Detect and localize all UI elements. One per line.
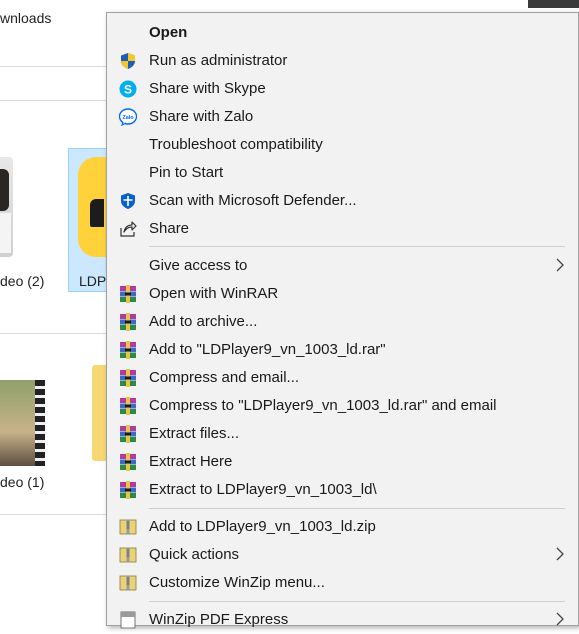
menu-item-label: Open	[149, 24, 188, 41]
uac-shield-icon	[119, 52, 137, 70]
chevron-right-icon	[553, 256, 567, 274]
chevron-right-icon	[553, 545, 567, 563]
menu-item-label: Extract Here	[149, 453, 233, 470]
menu-item-give-access-to[interactable]: Give access to	[107, 252, 578, 280]
menu-separator	[149, 508, 565, 509]
thumbnail-person	[0, 169, 9, 211]
menu-item-compress-to-rar-and-email[interactable]: Compress to "LDPlayer9_vn_1003_ld.rar" a…	[107, 392, 578, 420]
menu-item-share-with-skype[interactable]: S Share with Skype	[107, 75, 578, 103]
menu-item-label: Extract to LDPlayer9_vn_1003_ld\	[149, 481, 377, 498]
zalo-icon: Zalo	[119, 108, 137, 126]
video-thumbnail[interactable]	[0, 157, 13, 257]
menu-item-label: Run as administrator	[149, 52, 288, 69]
menu-item-share-with-zalo[interactable]: Zalo Share with Zalo	[107, 103, 578, 131]
menu-item-extract-here[interactable]: Extract Here	[107, 448, 578, 476]
menu-item-label: Compress and email...	[149, 369, 300, 386]
winrar-icon	[119, 425, 137, 443]
menu-item-pin-to-start[interactable]: Pin to Start	[107, 159, 578, 187]
menu-item-compress-and-email[interactable]: Compress and email...	[107, 364, 578, 392]
winrar-icon	[119, 453, 137, 471]
menu-item-add-to-rar[interactable]: Add to "LDPlayer9_vn_1003_ld.rar"	[107, 336, 578, 364]
menu-item-winzip-pdf-express[interactable]: WinZip PDF Express	[107, 606, 578, 634]
menu-item-label: WinZip PDF Express	[149, 611, 289, 628]
menu-item-label: Compress to "LDPlayer9_vn_1003_ld.rar" a…	[149, 397, 497, 414]
menu-item-run-as-administrator[interactable]: Run as administrator	[107, 47, 578, 75]
file-label-video-1[interactable]: deo (1)	[0, 474, 44, 490]
thumbnail-shirt	[0, 213, 11, 253]
menu-item-label: Share with Zalo	[149, 108, 254, 125]
filmstrip-icon	[35, 380, 45, 466]
winzip-pdf-icon	[119, 611, 137, 629]
chevron-right-icon	[553, 610, 567, 628]
menu-item-quick-actions[interactable]: Quick actions	[107, 541, 578, 569]
context-menu: Open Run as administrator S Share with S…	[106, 12, 579, 629]
titlebar-control[interactable]	[528, 0, 579, 8]
svg-text:Zalo: Zalo	[122, 115, 134, 121]
menu-item-open-with-winrar[interactable]: Open with WinRAR	[107, 280, 578, 308]
menu-item-label: Add to "LDPlayer9_vn_1003_ld.rar"	[149, 341, 386, 358]
menu-item-extract-to-folder[interactable]: Extract to LDPlayer9_vn_1003_ld\	[107, 476, 578, 504]
menu-item-label: Give access to	[149, 257, 248, 274]
menu-item-label: Open with WinRAR	[149, 285, 279, 302]
winzip-icon	[119, 518, 137, 536]
menu-item-label: Add to LDPlayer9_vn_1003_ld.zip	[149, 518, 376, 535]
winrar-icon	[119, 313, 137, 331]
menu-item-troubleshoot-compatibility[interactable]: Troubleshoot compatibility	[107, 131, 578, 159]
menu-item-customize-winzip-menu[interactable]: Customize WinZip menu...	[107, 569, 578, 597]
menu-separator	[149, 601, 565, 602]
file-label-video-2[interactable]: deo (2)	[0, 273, 44, 289]
ldplayer-mark-icon	[90, 199, 104, 227]
menu-item-label: Quick actions	[149, 546, 240, 563]
menu-item-label: Share with Skype	[149, 80, 266, 97]
winrar-icon	[119, 369, 137, 387]
menu-item-extract-files[interactable]: Extract files...	[107, 420, 578, 448]
divider	[0, 333, 108, 334]
menu-item-share[interactable]: Share	[107, 215, 578, 243]
menu-item-label: Pin to Start	[149, 164, 224, 181]
menu-item-label: Add to archive...	[149, 313, 258, 330]
divider	[0, 514, 108, 515]
menu-item-add-to-archive[interactable]: Add to archive...	[107, 308, 578, 336]
menu-item-label: Customize WinZip menu...	[149, 574, 325, 591]
file-label-ldplayer[interactable]: LDP	[79, 273, 106, 289]
winrar-icon	[119, 397, 137, 415]
menu-item-label: Troubleshoot compatibility	[149, 136, 323, 153]
menu-item-label: Extract files...	[149, 425, 240, 442]
winzip-icon	[119, 546, 137, 564]
winrar-icon	[119, 285, 137, 303]
menu-separator	[149, 246, 565, 247]
skype-icon: S	[119, 80, 137, 98]
video-thumbnail[interactable]	[0, 380, 45, 466]
winrar-icon	[119, 341, 137, 359]
divider	[0, 100, 108, 101]
thumbnail-scene	[0, 380, 35, 466]
menu-item-add-to-zip[interactable]: Add to LDPlayer9_vn_1003_ld.zip	[107, 513, 578, 541]
divider	[0, 66, 108, 67]
svg-text:S: S	[124, 83, 132, 97]
menu-item-scan-with-defender[interactable]: Scan with Microsoft Defender...	[107, 187, 578, 215]
breadcrumb: wnloads	[0, 10, 52, 26]
winzip-icon	[119, 574, 137, 592]
menu-item-open[interactable]: Open	[107, 19, 578, 47]
menu-item-label: Scan with Microsoft Defender...	[149, 192, 357, 209]
winrar-icon	[119, 481, 137, 499]
share-icon	[119, 220, 137, 238]
menu-item-label: Share	[149, 220, 190, 237]
defender-icon	[119, 192, 137, 210]
